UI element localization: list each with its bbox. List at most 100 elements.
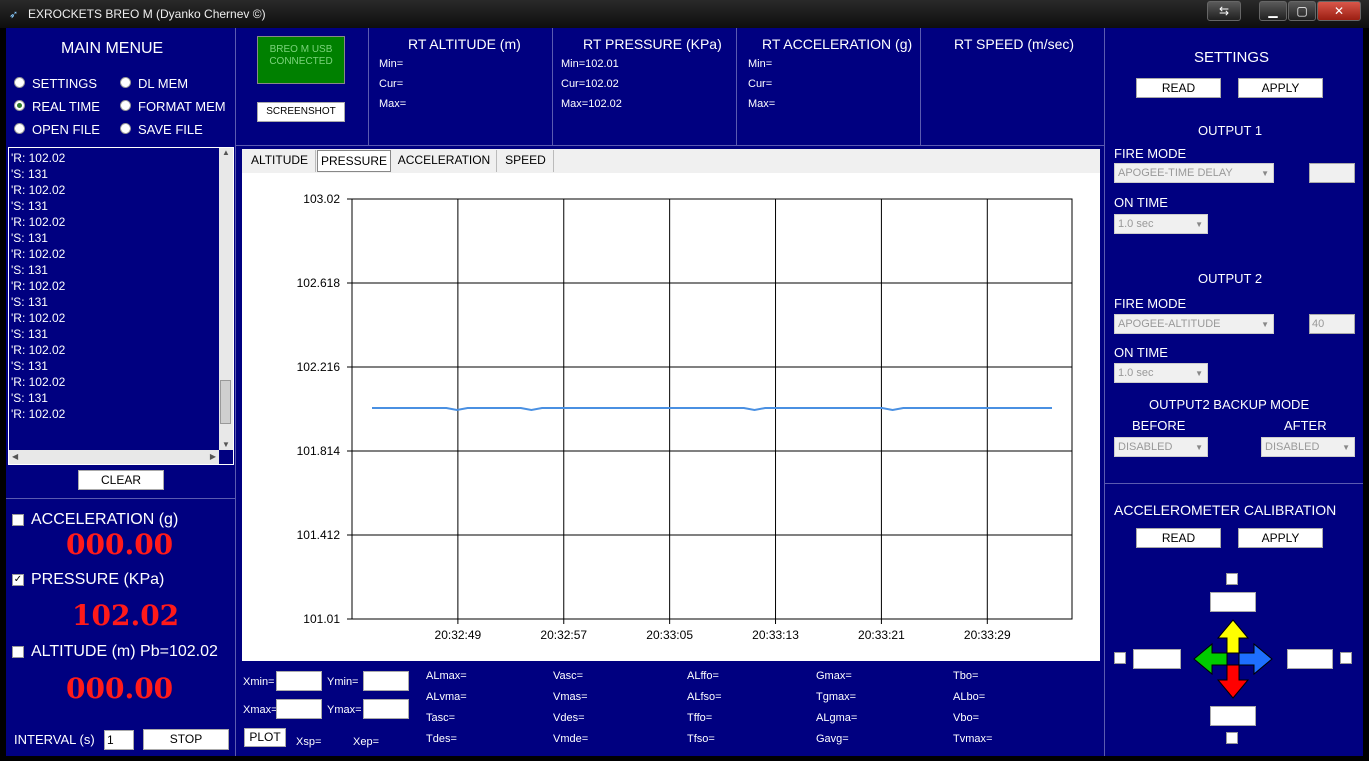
scroll-down-icon[interactable]: ▼ <box>222 440 230 449</box>
calib-top-input[interactable] <box>1210 592 1256 612</box>
tab-speed[interactable]: SPEED <box>498 150 554 172</box>
chevron-down-icon: ▼ <box>1261 320 1269 329</box>
x-tick-label: 20:33:13 <box>752 628 799 642</box>
serial-log[interactable]: 'R: 102.02 'S: 131 'R: 102.02 'S: 131 'R: 10… <box>8 147 234 465</box>
xep-label: Xep= <box>353 736 379 748</box>
minimize-button[interactable]: ▁ <box>1259 1 1287 21</box>
stat-alvma: ALvma= <box>426 691 467 703</box>
rt-acceleration-cur: Cur= <box>748 78 773 90</box>
stat-tfso: Tfso= <box>687 733 715 745</box>
log-line: 'S: 131 <box>11 263 48 277</box>
tab-altitude[interactable]: ALTITUDE <box>244 150 316 172</box>
calibration-read-button[interactable]: READ <box>1136 528 1221 548</box>
output2-extra-input[interactable]: 40 <box>1309 314 1355 334</box>
switch-window-icon[interactable]: ⇆ <box>1207 1 1241 21</box>
stat-alfso: ALfso= <box>687 691 722 703</box>
tab-acceleration[interactable]: ACCELERATION <box>392 150 497 172</box>
stat-tbo: Tbo= <box>953 670 979 682</box>
calib-left-checkbox[interactable] <box>1114 652 1126 664</box>
stat-vmde: Vmde= <box>553 733 589 745</box>
menu-open-file-label: OPEN FILE <box>32 122 100 137</box>
log-line: 'R: 102.02 <box>11 407 66 421</box>
altitude-value: 000.00 <box>66 672 174 705</box>
radio-settings[interactable] <box>14 77 25 88</box>
rt-pressure-max: Max=102.02 <box>561 98 622 110</box>
stat-almax: ALmax= <box>426 670 467 682</box>
clear-button[interactable]: CLEAR <box>78 470 164 490</box>
scroll-right-icon[interactable]: ▶ <box>210 452 216 461</box>
plot-button[interactable]: PLOT <box>244 728 286 747</box>
scroll-left-icon[interactable]: ◀ <box>12 452 18 461</box>
screenshot-button[interactable]: SCREENSHOT <box>257 102 345 122</box>
log-line: 'R: 102.02 <box>11 279 66 293</box>
rt-altitude-min: Min= <box>379 58 404 70</box>
output2-fire-mode-label: FIRE MODE <box>1114 296 1187 311</box>
log-line: 'S: 131 <box>11 199 48 213</box>
log-line: 'R: 102.02 <box>11 151 66 165</box>
stat-tffo: Tffo= <box>687 712 713 724</box>
stop-button[interactable]: STOP <box>143 729 229 750</box>
radio-save-file[interactable] <box>120 123 131 134</box>
calib-right-input[interactable] <box>1287 649 1333 669</box>
output2-on-time-select[interactable]: 1.0 sec ▼ <box>1114 363 1208 383</box>
xmax-input[interactable] <box>276 699 322 719</box>
xmin-input[interactable] <box>276 671 322 691</box>
backup-mode-title: OUTPUT2 BACKUP MODE <box>1149 397 1310 412</box>
settings-read-button[interactable]: READ <box>1136 78 1221 98</box>
interval-label: INTERVAL (s) <box>14 732 95 747</box>
menu-real-time-label: REAL TIME <box>32 99 100 114</box>
connection-status: BREO M USB CONNECTED <box>257 36 345 84</box>
acceleration-checkbox[interactable] <box>12 514 24 526</box>
rt-altitude-cur: Cur= <box>379 78 404 90</box>
altitude-checkbox[interactable] <box>12 646 24 658</box>
calib-bottom-input[interactable] <box>1210 706 1256 726</box>
vertical-scrollbar[interactable]: ▲ ▼ <box>219 148 233 450</box>
output2-on-time-label: ON TIME <box>1114 345 1168 360</box>
scrollbar-thumb[interactable] <box>220 380 231 424</box>
calib-top-checkbox[interactable] <box>1226 573 1238 585</box>
close-button[interactable]: ✕ <box>1317 1 1361 21</box>
x-tick-label: 20:32:57 <box>540 628 587 642</box>
calibration-apply-button[interactable]: APPLY <box>1238 528 1323 548</box>
radio-real-time[interactable] <box>14 100 25 111</box>
chevron-down-icon: ▼ <box>1195 369 1203 378</box>
radio-open-file[interactable] <box>14 123 25 134</box>
output1-fire-mode-select[interactable]: APOGEE-TIME DELAY ▼ <box>1114 163 1274 183</box>
ymin-input[interactable] <box>363 671 409 691</box>
radio-format-mem[interactable] <box>120 100 131 111</box>
xsp-label: Xsp= <box>296 736 322 748</box>
rt-acceleration-title: RT ACCELERATION (g) <box>762 36 913 52</box>
output2-on-time-value: 1.0 sec <box>1118 367 1154 379</box>
calib-left-input[interactable] <box>1133 649 1181 669</box>
menu-save-file-label: SAVE FILE <box>138 122 203 137</box>
rt-pressure-title: RT PRESSURE (KPa) <box>583 36 722 52</box>
interval-input[interactable]: 1 <box>104 730 134 750</box>
xmax-label: Xmax= <box>243 704 278 716</box>
scroll-up-icon[interactable]: ▲ <box>222 148 230 157</box>
calib-bottom-checkbox[interactable] <box>1226 732 1238 744</box>
stat-gavg: Gavg= <box>816 733 849 745</box>
menu-format-mem-label: FORMAT MEM <box>138 99 226 114</box>
horizontal-scrollbar[interactable]: ◀ ▶ <box>9 450 219 464</box>
output2-fire-mode-select[interactable]: APOGEE-ALTITUDE ▼ <box>1114 314 1274 334</box>
tab-pressure[interactable]: PRESSURE <box>317 150 391 172</box>
chevron-down-icon: ▼ <box>1195 443 1203 452</box>
ymax-input[interactable] <box>363 699 409 719</box>
backup-after-value: DISABLED <box>1265 441 1320 453</box>
stat-tgmax: Tgmax= <box>816 691 857 703</box>
log-line: 'S: 131 <box>11 327 48 341</box>
pressure-chart: 103.02 102.618 102.216 101.814 101.412 101.01… <box>297 192 1073 642</box>
calib-right-checkbox[interactable] <box>1340 652 1352 664</box>
chevron-down-icon: ▼ <box>1195 220 1203 229</box>
pressure-value: 102.02 <box>72 599 180 632</box>
output1-on-time-select[interactable]: 1.0 sec ▼ <box>1114 214 1208 234</box>
pressure-checkbox[interactable]: ✓ <box>12 574 24 586</box>
output1-extra-input[interactable] <box>1309 163 1355 183</box>
acceleration-value: 000.00 <box>66 528 174 561</box>
settings-apply-button[interactable]: APPLY <box>1238 78 1323 98</box>
backup-before-select[interactable]: DISABLED ▼ <box>1114 437 1208 457</box>
radio-dl-mem[interactable] <box>120 77 131 88</box>
log-line: 'S: 131 <box>11 295 48 309</box>
maximize-button[interactable]: ▢ <box>1288 1 1316 21</box>
backup-after-select[interactable]: DISABLED ▼ <box>1261 437 1355 457</box>
